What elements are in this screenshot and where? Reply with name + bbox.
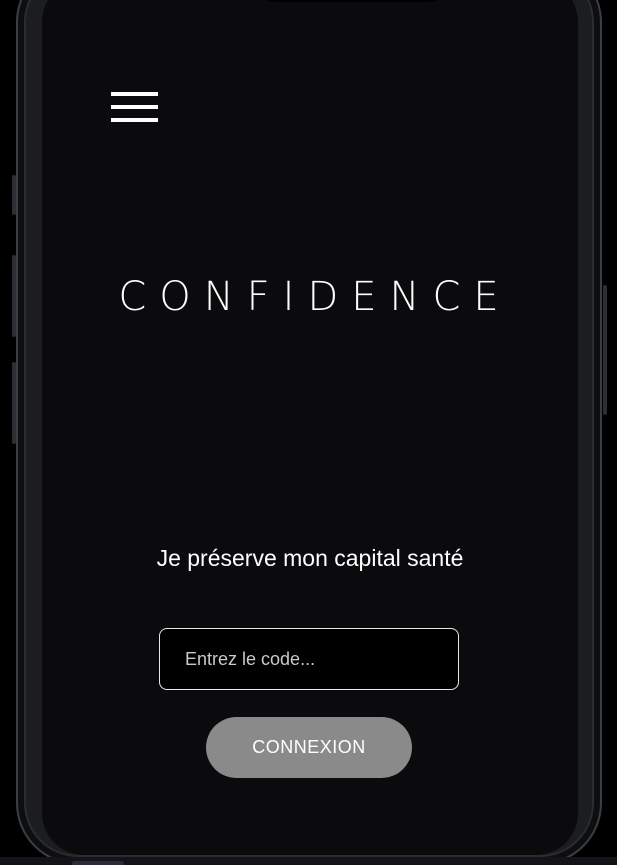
brand-title: CONFIDENCE	[118, 274, 512, 320]
menu-line	[111, 105, 158, 109]
tagline: Je préserve mon capital santé	[156, 545, 464, 571]
access-code-input[interactable]	[159, 628, 459, 690]
taskbar-indicator	[72, 861, 124, 865]
bottom-system-bar	[0, 857, 617, 865]
menu-line	[111, 118, 158, 122]
hamburger-menu-icon[interactable]	[111, 92, 158, 124]
device-mockup: CONFIDENCE Je préserve mon capital santé…	[0, 0, 617, 865]
connect-button[interactable]: CONNEXION	[206, 717, 412, 778]
menu-line	[111, 92, 158, 96]
notch	[254, 0, 450, 2]
